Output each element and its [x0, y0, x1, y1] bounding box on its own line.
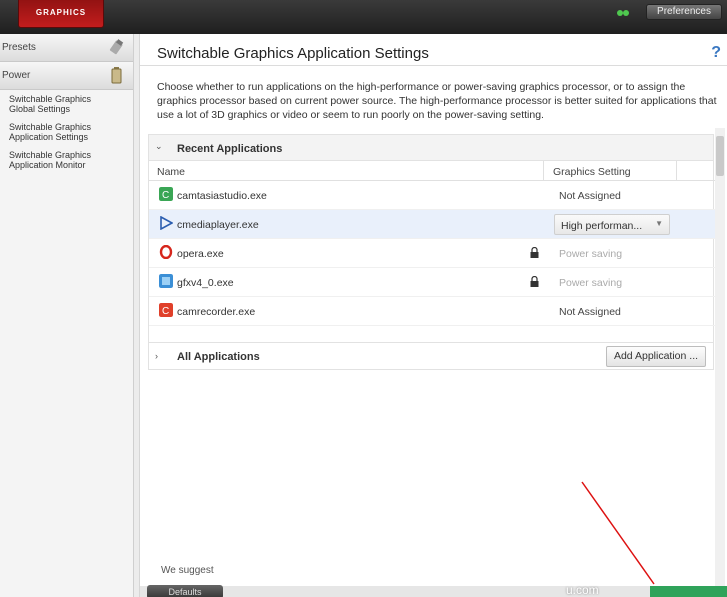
red-arrow-annotation — [581, 481, 655, 585]
column-divider — [543, 161, 544, 181]
column-name[interactable]: Name — [157, 166, 185, 178]
table-row[interactable]: gfxv4_0.exe Power saving — [149, 268, 715, 297]
svg-text:C: C — [162, 306, 169, 317]
sidebar-item-application-settings[interactable]: Switchable Graphics Application Settings — [9, 122, 119, 142]
table-row[interactable]: C camtasiastudio.exe Not Assigned — [149, 181, 715, 210]
graphics-setting-dropdown[interactable]: High performan... ▼ — [554, 214, 670, 235]
gfx-icon — [159, 274, 173, 288]
scrollbar-thumb[interactable] — [716, 136, 724, 176]
chevron-right-icon[interactable]: › — [155, 351, 158, 361]
sidebar-category-label: Power — [2, 70, 31, 81]
play-icon — [160, 216, 173, 230]
chevron-down-icon[interactable]: ⌄ — [155, 141, 163, 152]
svg-text:C: C — [162, 190, 169, 201]
app-name: gfxv4_0.exe — [177, 277, 234, 289]
dropdown-value: High performan... — [561, 220, 643, 232]
pencil-icon — [109, 39, 124, 55]
chevron-down-icon[interactable]: ▼ — [655, 219, 663, 228]
help-icon[interactable]: ? — [711, 44, 721, 62]
all-applications-section[interactable]: › All Applications Add Application ... — [148, 342, 714, 370]
apply-button[interactable] — [650, 586, 727, 597]
app-name: opera.exe — [177, 248, 224, 260]
lock-icon — [530, 276, 539, 287]
sidebar-item-global-settings[interactable]: Switchable Graphics Global Settings — [9, 94, 119, 114]
add-application-button[interactable]: Add Application ... — [606, 346, 706, 367]
table-row[interactable]: cmediaplayer.exe High performan... ▼ — [149, 210, 715, 239]
section-label: All Applications — [177, 351, 260, 363]
sidebar-category-power[interactable]: Power — [0, 62, 133, 90]
scrollbar[interactable] — [715, 128, 725, 597]
amd-graphics-logo: GRAPHICS — [18, 0, 104, 28]
column-divider — [676, 161, 677, 181]
battery-icon — [111, 67, 122, 84]
status-indicator-icon — [617, 10, 629, 16]
app-name: camtasiastudio.exe — [177, 190, 267, 202]
opera-icon — [159, 245, 173, 259]
graphics-setting-value: Power saving — [559, 248, 623, 260]
graphics-setting-value: Power saving — [559, 277, 623, 289]
recent-applications-section: ⌄ Recent Applications Name Graphics Sett… — [148, 134, 715, 366]
app-name: cmediaplayer.exe — [177, 219, 259, 231]
sidebar-item-application-monitor[interactable]: Switchable Graphics Application Monitor — [9, 150, 119, 170]
table-header: Name Graphics Setting — [149, 161, 715, 181]
table-row[interactable]: opera.exe Power saving — [149, 239, 715, 268]
page-description: Choose whether to run applications on th… — [157, 81, 717, 121]
suggestion-text: We suggest — [161, 565, 214, 576]
page-header: Switchable Graphics Application Settings… — [140, 34, 727, 66]
defaults-button[interactable]: Defaults — [147, 585, 223, 597]
recent-applications-header[interactable]: ⌄ Recent Applications — [149, 135, 713, 161]
table-row[interactable]: C camrecorder.exe Not Assigned — [149, 297, 715, 326]
recorder-icon: C — [159, 303, 173, 317]
page-title: Switchable Graphics Application Settings — [157, 45, 429, 62]
sidebar-category-presets[interactable]: Presets — [0, 34, 133, 62]
watermark: u.com — [566, 583, 599, 597]
sidebar: Presets Power Switchable Graphics Global… — [0, 34, 134, 597]
camtasia-icon: C — [159, 187, 173, 201]
graphics-setting-value[interactable]: Not Assigned — [559, 306, 621, 318]
section-label: Recent Applications — [177, 143, 283, 155]
column-graphics-setting[interactable]: Graphics Setting — [553, 166, 631, 178]
graphics-setting-value[interactable]: Not Assigned — [559, 190, 621, 202]
app-name: camrecorder.exe — [177, 306, 256, 318]
applications-table: Name Graphics Setting C camtasiastudio.e… — [149, 161, 715, 326]
sidebar-category-label: Presets — [2, 42, 36, 53]
top-bar: GRAPHICS Preferences — [0, 0, 727, 34]
preferences-button[interactable]: Preferences — [646, 4, 722, 20]
lock-icon — [530, 247, 539, 258]
